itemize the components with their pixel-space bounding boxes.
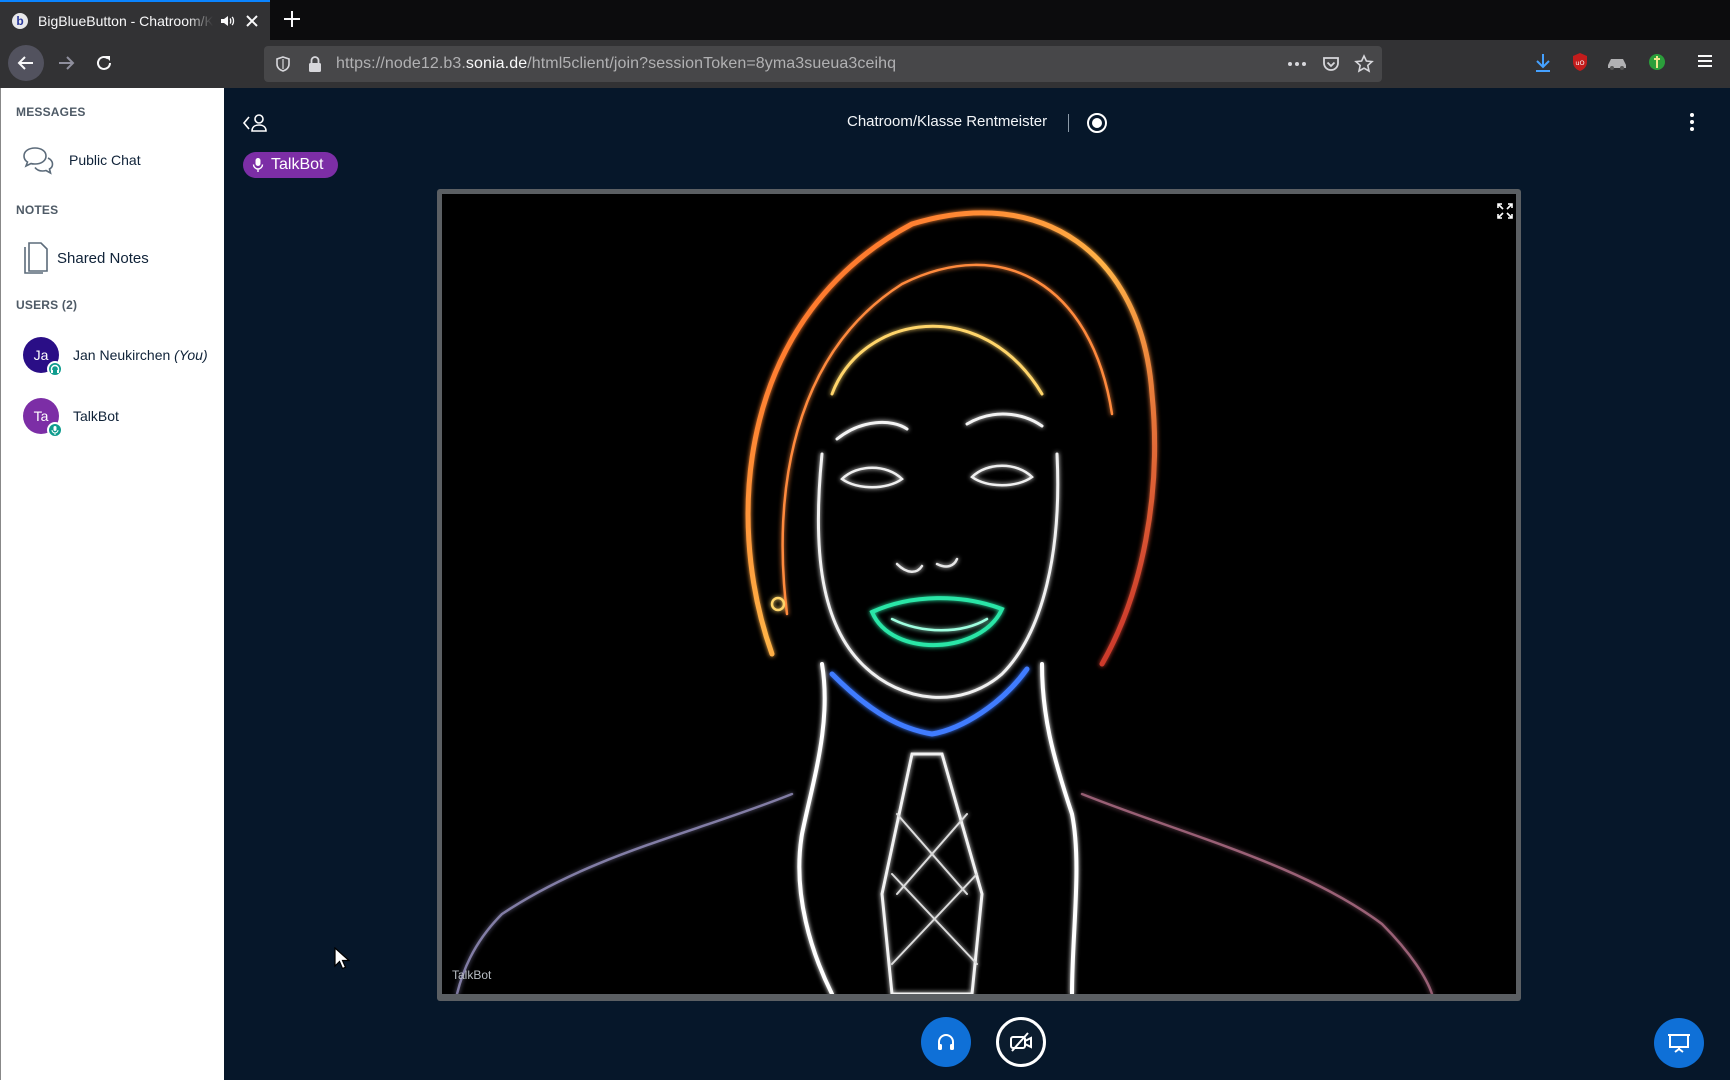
- avatar: Ja: [23, 337, 63, 377]
- mouse-cursor-icon: [334, 947, 350, 970]
- avatar: Ta: [23, 398, 63, 438]
- microphone-icon: [252, 158, 264, 172]
- speaker-icon[interactable]: [219, 13, 235, 29]
- hamburger-menu-icon[interactable]: [1696, 52, 1714, 70]
- download-icon[interactable]: [1533, 52, 1553, 74]
- avatar-initials: Ja: [33, 347, 49, 363]
- record-indicator-button[interactable]: [1087, 113, 1107, 133]
- svg-text:uO: uO: [1575, 59, 1584, 67]
- user-name: TalkBot: [73, 408, 119, 424]
- options-menu-icon[interactable]: [1688, 110, 1696, 134]
- restore-presentation-button[interactable]: [1654, 1018, 1704, 1068]
- action-bar: [224, 1012, 1730, 1080]
- presentation-icon: [1668, 1034, 1690, 1053]
- meeting-title: Chatroom/Klasse Rentmeister: [847, 113, 1048, 130]
- talking-indicator[interactable]: TalkBot: [243, 152, 339, 178]
- shared-notes-item[interactable]: Shared Notes: [21, 241, 149, 275]
- fullscreen-icon[interactable]: [1496, 202, 1514, 220]
- public-chat-label: Public Chat: [69, 152, 141, 168]
- you-label: (You): [174, 347, 208, 363]
- reload-icon[interactable]: [94, 53, 114, 73]
- video-frame-image: [455, 210, 1434, 994]
- avatar-initials: Ta: [33, 408, 49, 424]
- arrow-left-icon: [17, 56, 33, 70]
- extension-car-icon[interactable]: [1606, 52, 1628, 72]
- video-camera-off-icon: [1010, 1032, 1032, 1052]
- pocket-icon[interactable]: [1321, 55, 1341, 73]
- tab-title: BigBlueButton - Chatroom/Klasse Rentmeis…: [38, 13, 213, 29]
- extension-green-icon[interactable]: [1647, 52, 1667, 72]
- ublock-origin-icon[interactable]: uO: [1571, 52, 1589, 72]
- users-header: USERS (2): [16, 298, 78, 312]
- forward-icon[interactable]: [56, 53, 76, 73]
- user-name: Jan Neukirchen (You): [73, 347, 208, 363]
- document-icon: [24, 242, 48, 274]
- public-chat-item[interactable]: Public Chat: [21, 145, 141, 175]
- video-username-label: TalkBot: [452, 968, 492, 982]
- more-actions-icon[interactable]: [1286, 55, 1308, 73]
- new-tab-icon[interactable]: [282, 9, 302, 29]
- browser-tab-bar: b BigBlueButton - Chatroom/Klasse Rentme…: [0, 0, 1730, 40]
- headset-icon: [938, 1034, 954, 1050]
- back-button[interactable]: [8, 45, 44, 81]
- url-bar[interactable]: https://node12.b3.sonia.de/html5client/j…: [264, 46, 1382, 82]
- browser-nav-bar: https://node12.b3.sonia.de/html5client/j…: [0, 40, 1730, 88]
- chat-bubbles-icon: [23, 147, 54, 175]
- leave-audio-button[interactable]: [921, 1017, 971, 1067]
- notes-header: NOTES: [16, 203, 59, 217]
- headset-icon: [47, 361, 63, 377]
- url-text[interactable]: https://node12.b3.sonia.de/html5client/j…: [336, 55, 896, 73]
- user-list-sidebar: MESSAGES Public Chat NOTES Shared Notes …: [0, 88, 224, 1080]
- meeting-main-area: Chatroom/Klasse Rentmeister TalkBot Talk…: [224, 88, 1730, 1080]
- browser-tab[interactable]: b BigBlueButton - Chatroom/Klasse Rentme…: [0, 0, 270, 40]
- lock-icon[interactable]: [307, 55, 323, 73]
- record-icon: [1092, 118, 1102, 128]
- close-tab-icon[interactable]: [244, 13, 260, 29]
- user-list-item[interactable]: Ta TalkBot: [23, 398, 119, 438]
- toggle-user-list-icon[interactable]: [242, 111, 270, 135]
- title-divider: [1068, 114, 1069, 132]
- user-list-item[interactable]: Ja Jan Neukirchen (You): [23, 337, 208, 377]
- messages-header: MESSAGES: [16, 105, 86, 119]
- tracking-shield-icon[interactable]: [274, 55, 292, 73]
- bigbluebutton-favicon-icon: b: [12, 13, 28, 29]
- shared-notes-label: Shared Notes: [57, 249, 149, 267]
- webcam-video[interactable]: TalkBot: [437, 189, 1521, 1001]
- bookmark-star-icon[interactable]: [1354, 54, 1374, 74]
- talker-name: TalkBot: [271, 156, 324, 173]
- video-stream: TalkBot: [442, 194, 1516, 994]
- share-webcam-button[interactable]: [996, 1017, 1046, 1067]
- microphone-icon: [47, 422, 63, 438]
